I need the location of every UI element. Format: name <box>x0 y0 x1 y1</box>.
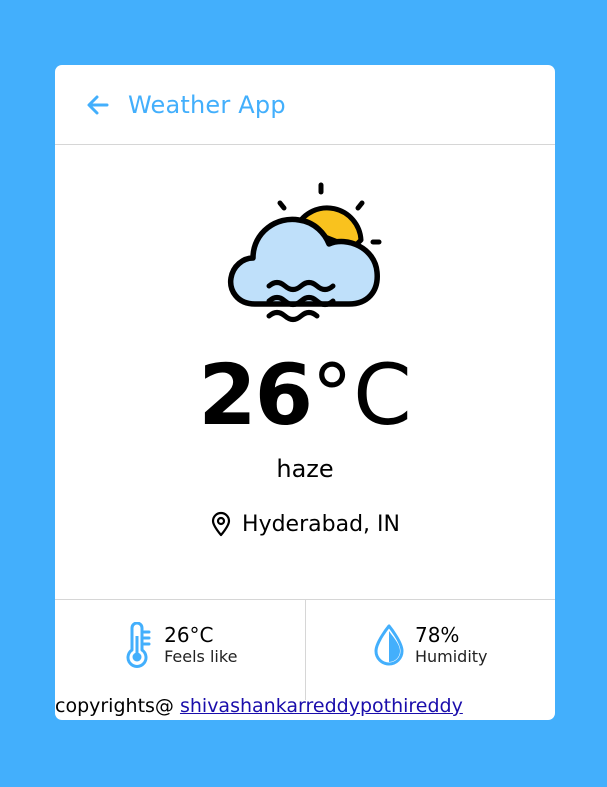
temperature-display: 26°C <box>55 353 555 437</box>
temperature-value: 26 <box>198 346 313 444</box>
humidity-label: Humidity <box>414 647 488 667</box>
haze-cloud-sun-icon <box>225 182 385 342</box>
stats-row: 26°C Feels like 78% Humidity <box>55 600 555 700</box>
weather-description: haze <box>276 455 334 483</box>
temperature-unit: °C <box>311 346 412 444</box>
humidity-text: 78% Humidity <box>415 623 488 666</box>
feels-like-stat: 26°C Feels like <box>55 600 305 700</box>
droplet-icon <box>373 622 405 668</box>
weather-main: 26°C haze Hyderabad, IN <box>55 145 555 600</box>
humidity-value: 78% <box>414 623 460 648</box>
feels-like-value: 26°C <box>164 623 214 648</box>
humidity-stat: 78% Humidity <box>304 600 556 700</box>
map-pin-icon <box>210 511 232 537</box>
author-link[interactable]: shivashankarreddypothireddy <box>180 695 463 717</box>
weather-card: Weather App 26°C haze Hyderabad, IN 26°C… <box>55 65 555 720</box>
feels-like-text: 26°C Feels like <box>164 623 237 666</box>
header: Weather App <box>55 65 555 145</box>
arrow-left-icon[interactable] <box>85 92 111 118</box>
copyright-footer: copyrights@ shivashankarreddypothireddy <box>55 692 463 720</box>
arrow-left-icon-graphic <box>87 95 109 114</box>
app-title: Weather App <box>128 90 286 119</box>
thermometer-icon <box>122 622 154 668</box>
location: Hyderabad, IN <box>55 511 555 537</box>
copyright-prefix: copyrights@ <box>55 695 180 717</box>
feels-like-label: Feels like <box>164 647 238 667</box>
location-name: Hyderabad, IN <box>242 511 400 537</box>
